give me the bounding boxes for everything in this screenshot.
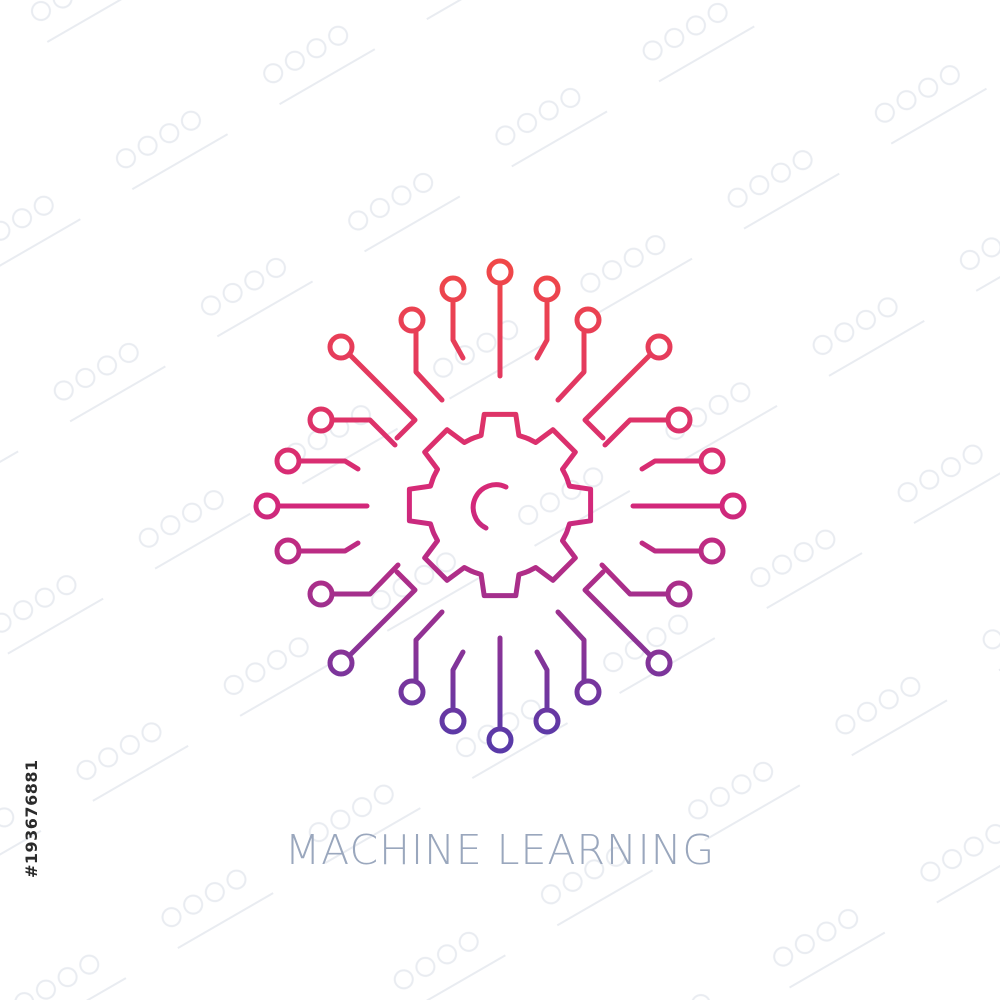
circuit-trace-4 xyxy=(413,329,445,403)
circuit-node-icon-9 xyxy=(253,492,281,520)
circuit-node-icon-1 xyxy=(533,275,561,303)
circuit-trace-1 xyxy=(534,300,550,361)
circuit-traces xyxy=(253,258,747,754)
circuit-node-icon-15 xyxy=(698,537,726,565)
stock-id-text: #193676881 xyxy=(22,759,41,878)
circuit-trace-3 xyxy=(555,329,587,403)
circuit-node-icon-20 xyxy=(574,678,602,706)
circuit-node-icon-23 xyxy=(327,649,355,677)
circuit-node-icon-12 xyxy=(665,406,693,434)
circuit-node-icon-11 xyxy=(307,580,335,608)
circuit-trace-10 xyxy=(298,540,361,554)
circuit-trace-18 xyxy=(534,649,550,710)
circuit-trace-11 xyxy=(330,562,401,597)
circuit-node-icon-16 xyxy=(665,580,693,608)
circuit-trace-7 xyxy=(330,417,398,448)
circuit-node-icon-19 xyxy=(439,707,467,735)
circuit-trace-15 xyxy=(639,540,702,554)
stock-id-label: #193676881 xyxy=(0,0,41,1000)
circuit-node-icon-7 xyxy=(307,406,335,434)
circuit-node-icon-17 xyxy=(486,726,514,754)
circuit-trace-5 xyxy=(582,352,653,441)
caption-title: MACHINE LEARNING xyxy=(284,826,716,874)
circuit-node-icon-3 xyxy=(574,306,602,334)
circuit-node-icon-10 xyxy=(274,537,302,565)
circuit-trace-6 xyxy=(347,352,418,441)
gear-icon xyxy=(406,411,594,599)
circuit-node-icon-0 xyxy=(486,258,514,286)
circuit-trace-8 xyxy=(298,458,361,472)
circuit-node-icon-8 xyxy=(274,447,302,475)
circuit-node-icon-22 xyxy=(645,649,673,677)
image-canvas: MACHINE LEARNING #193676881 xyxy=(0,0,1000,1000)
circuit-node-icon-6 xyxy=(327,333,355,361)
circuit-trace-13 xyxy=(639,458,702,472)
circuit-node-icon-18 xyxy=(533,707,561,735)
circuit-node-icon-21 xyxy=(398,678,426,706)
circuit-trace-12 xyxy=(602,417,670,448)
circuit-trace-2 xyxy=(450,300,466,361)
circuit-trace-16 xyxy=(599,562,670,597)
circuit-node-icon-2 xyxy=(439,275,467,303)
circuit-trace-21 xyxy=(413,609,445,683)
circuit-trace-19 xyxy=(450,649,466,710)
circuit-node-icon-13 xyxy=(698,447,726,475)
circuit-node-icon-4 xyxy=(398,306,426,334)
circuit-trace-20 xyxy=(555,609,587,683)
arc-arrow-icon xyxy=(470,482,509,531)
circuit-node-icon-14 xyxy=(719,492,747,520)
circuit-node-icon-5 xyxy=(645,333,673,361)
